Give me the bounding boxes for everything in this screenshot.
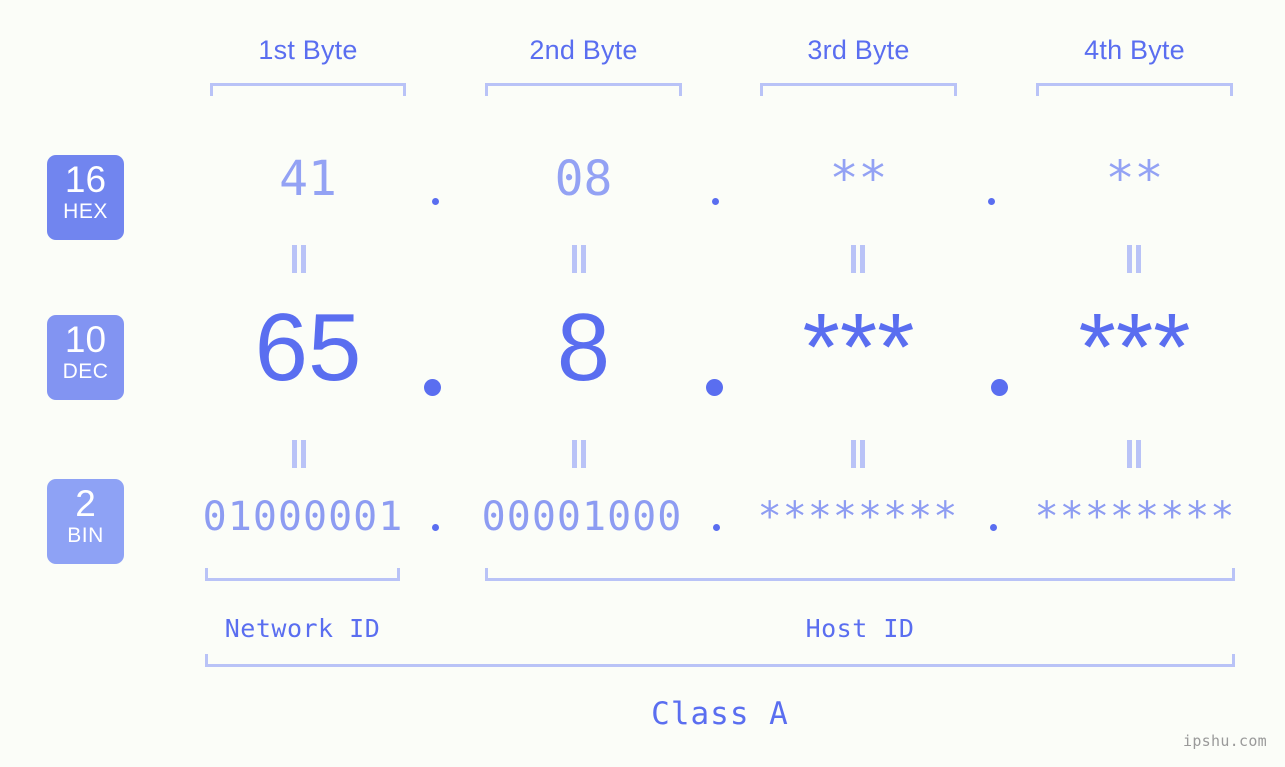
bin-dot-separator-2 bbox=[713, 524, 720, 531]
hex-dot-separator-3 bbox=[988, 198, 995, 205]
radix-badge-dec-number: 10 bbox=[64, 319, 107, 360]
hex-dot-separator-2 bbox=[712, 198, 719, 205]
host-id-bracket bbox=[485, 568, 1235, 581]
dec-byte-value-1: 65 bbox=[254, 294, 362, 401]
watermark: ipshu.com bbox=[1183, 732, 1267, 750]
dec-byte-value-4: *** bbox=[1078, 294, 1191, 401]
byte-bracket-2 bbox=[485, 83, 682, 96]
dec-byte-value-3: *** bbox=[802, 294, 915, 401]
ip-address-breakdown-diagram: 1st Byte 2nd Byte 3rd Byte 4th Byte 16 H… bbox=[0, 0, 1285, 767]
bin-dot-separator-1 bbox=[432, 524, 439, 531]
dec-byte-value-2: 8 bbox=[556, 294, 611, 401]
dec-dot-separator-2 bbox=[706, 379, 723, 396]
byte-bracket-3 bbox=[760, 83, 957, 96]
bin-byte-value-4: ******** bbox=[1034, 494, 1236, 540]
byte-header-label-1: 1st Byte bbox=[258, 35, 358, 65]
equals-mark-hex-dec-2 bbox=[572, 245, 588, 273]
equals-mark-hex-dec-4 bbox=[1127, 245, 1143, 273]
hex-byte-value-3: ** bbox=[829, 151, 888, 207]
radix-badge-bin: 2 BIN bbox=[47, 479, 124, 564]
class-label: Class A bbox=[651, 696, 789, 732]
radix-badge-bin-name: BIN bbox=[67, 524, 104, 547]
bin-dot-separator-3 bbox=[990, 524, 997, 531]
hex-byte-value-4: ** bbox=[1105, 151, 1164, 207]
bin-byte-value-3: ******** bbox=[757, 494, 959, 540]
equals-mark-dec-bin-3 bbox=[851, 440, 867, 468]
hex-byte-value-2: 08 bbox=[554, 151, 613, 207]
equals-mark-hex-dec-3 bbox=[851, 245, 867, 273]
network-id-bracket bbox=[205, 568, 400, 581]
equals-mark-dec-bin-4 bbox=[1127, 440, 1143, 468]
radix-badge-hex-number: 16 bbox=[64, 159, 107, 200]
equals-mark-dec-bin-2 bbox=[572, 440, 588, 468]
radix-badge-bin-number: 2 bbox=[75, 483, 96, 524]
network-id-label: Network ID bbox=[224, 614, 381, 643]
radix-badge-dec: 10 DEC bbox=[47, 315, 124, 400]
equals-mark-hex-dec-1 bbox=[292, 245, 308, 273]
byte-bracket-1 bbox=[210, 83, 406, 96]
byte-bracket-4 bbox=[1036, 83, 1233, 96]
byte-header-label-3: 3rd Byte bbox=[807, 35, 910, 65]
class-bracket bbox=[205, 654, 1235, 667]
bin-byte-value-2: 00001000 bbox=[481, 494, 683, 540]
dec-dot-separator-3 bbox=[991, 379, 1008, 396]
host-id-label: Host ID bbox=[805, 614, 915, 643]
dec-dot-separator-1 bbox=[424, 379, 441, 396]
equals-mark-dec-bin-1 bbox=[292, 440, 308, 468]
bin-byte-value-1: 01000001 bbox=[202, 494, 404, 540]
hex-byte-value-1: 41 bbox=[279, 151, 337, 207]
radix-badge-dec-name: DEC bbox=[62, 360, 109, 383]
hex-dot-separator-1 bbox=[432, 198, 439, 205]
byte-header-label-2: 2nd Byte bbox=[529, 35, 638, 65]
byte-header-label-4: 4th Byte bbox=[1084, 35, 1185, 65]
radix-badge-hex: 16 HEX bbox=[47, 155, 124, 240]
radix-badge-hex-name: HEX bbox=[63, 200, 108, 223]
